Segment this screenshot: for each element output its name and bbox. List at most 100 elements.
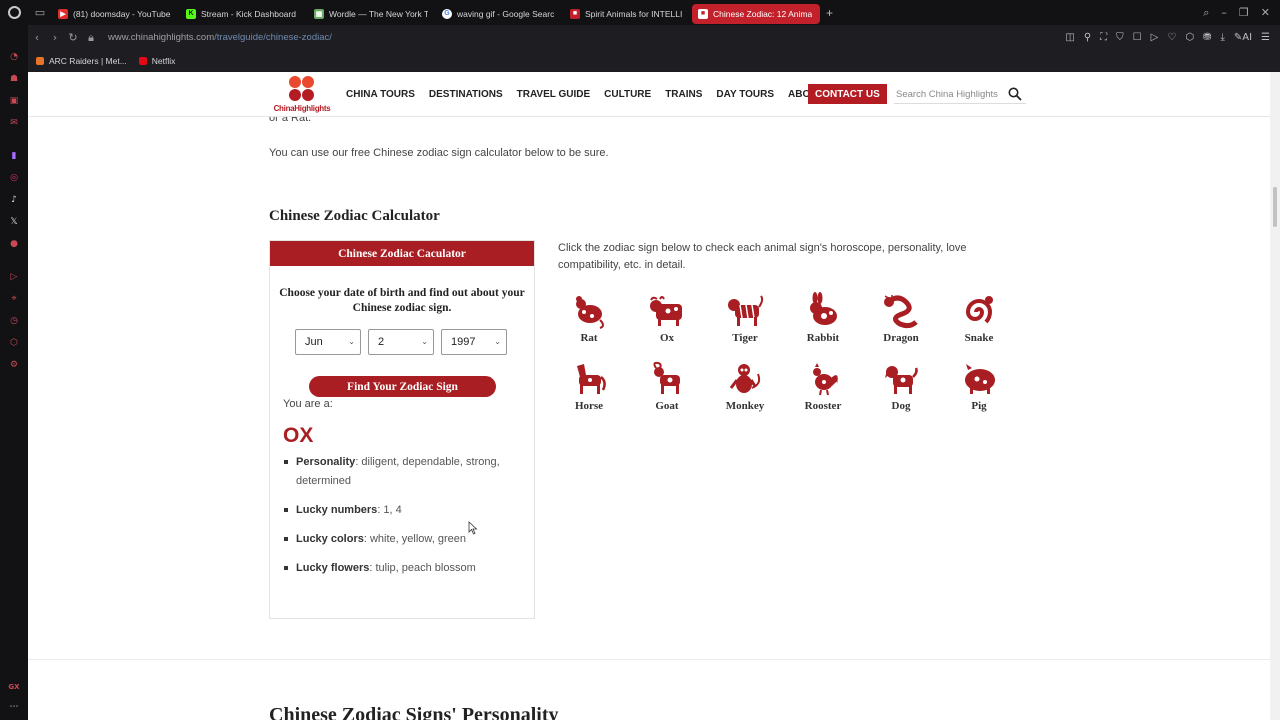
- mail-icon[interactable]: ✉: [8, 117, 20, 129]
- opera-logo-icon[interactable]: [0, 0, 28, 25]
- paragraph-text: You can use our free Chinese zodiac sign…: [269, 147, 609, 159]
- pinboard-icon[interactable]: ⌖: [8, 293, 20, 305]
- nav-china-tours[interactable]: CHINA TOURS: [346, 89, 415, 100]
- extensions-icon[interactable]: ⬡: [1185, 32, 1194, 43]
- ai-icon[interactable]: ✎AI: [1234, 32, 1252, 43]
- nav-trains[interactable]: TRAINS: [665, 89, 702, 100]
- zodiac-goat[interactable]: Goat: [628, 360, 706, 418]
- site-header: ChinaHighlights CHINA TOURS DESTINATIONS…: [28, 72, 1270, 117]
- bookmark-arc-raiders[interactable]: ARC Raiders | Met...: [36, 56, 127, 66]
- aria-icon[interactable]: ☗: [8, 73, 20, 85]
- find-zodiac-button[interactable]: Find Your Zodiac Sign: [309, 376, 496, 397]
- nav-culture[interactable]: CULTURE: [604, 89, 651, 100]
- month-select[interactable]: Jun ⌄: [295, 329, 361, 355]
- bookmarks-bar: ARC Raiders | Met... Netflix: [28, 50, 1280, 71]
- vpn-shield-icon[interactable]: ⛉: [1116, 32, 1124, 43]
- menu-icon[interactable]: ☰: [1261, 32, 1270, 43]
- zodiac-rabbit[interactable]: Rabbit: [784, 292, 862, 350]
- back-icon[interactable]: ‹: [28, 31, 46, 44]
- pig-icon: [965, 364, 995, 394]
- player-icon[interactable]: ▷: [8, 271, 20, 283]
- x-twitter-icon[interactable]: 𝕏: [8, 216, 20, 228]
- gx-icon[interactable]: GX: [8, 681, 20, 693]
- extensions-icon[interactable]: ⬡: [8, 337, 20, 349]
- youtube-music-icon[interactable]: ●: [8, 238, 20, 250]
- result-sign[interactable]: OX: [283, 424, 313, 448]
- zodiac-sign-grid: Rat Ox Tiger Rabbit Dragon Snake Horse G…: [550, 292, 1020, 418]
- contact-us-button[interactable]: CONTACT US: [808, 84, 887, 104]
- image-icon[interactable]: ▣: [8, 95, 20, 107]
- site-logo[interactable]: ChinaHighlights: [272, 75, 331, 115]
- nav-travel-guide[interactable]: TRAVEL GUIDE: [517, 89, 591, 100]
- play-icon[interactable]: ▷: [1151, 32, 1159, 43]
- page-scrollbar[interactable]: [1270, 72, 1280, 720]
- wordle-icon: ▦: [314, 8, 324, 19]
- twitch-icon[interactable]: ▮: [8, 150, 20, 162]
- tab-chinese-zodiac[interactable]: ■ Chinese Zodiac: 12 Anima: [692, 3, 820, 24]
- zodiac-monkey[interactable]: Monkey: [706, 360, 784, 418]
- url-field[interactable]: www.chinahighlights.com/travelguide/chin…: [108, 32, 332, 43]
- new-tab-icon[interactable]: +: [826, 6, 833, 20]
- zodiac-horse[interactable]: Horse: [550, 360, 628, 418]
- reload-icon[interactable]: ↻: [64, 31, 82, 44]
- zodiac-tiger[interactable]: Tiger: [706, 292, 784, 350]
- snapshot-icon[interactable]: ⛶: [1100, 32, 1107, 43]
- year-select[interactable]: 1997 ⌄: [441, 329, 507, 355]
- settings-gear-icon[interactable]: ⚙: [8, 359, 20, 371]
- rabbit-icon: [810, 292, 837, 325]
- zodiac-rooster[interactable]: Rooster: [784, 360, 862, 418]
- close-icon[interactable]: ✕: [1261, 6, 1270, 20]
- lock-icon[interactable]: 🔒︎: [82, 31, 100, 45]
- search-input[interactable]: Search China Highlights: [894, 86, 1026, 104]
- tab-google[interactable]: G waving gif - Google Searc: [436, 4, 564, 24]
- history-icon[interactable]: ◷: [8, 315, 20, 327]
- restore-icon[interactable]: ❐: [1239, 6, 1249, 20]
- dragon-icon: [884, 295, 918, 329]
- zodiac-dog[interactable]: Dog: [862, 360, 940, 418]
- nav-day-tours[interactable]: DAY TOURS: [716, 89, 774, 100]
- monkey-icon: [729, 364, 761, 393]
- calculator-intro: Choose your date of birth and find out a…: [279, 287, 525, 314]
- logo-mark-icon: [289, 76, 315, 102]
- speed-dial-icon[interactable]: ◔: [8, 51, 20, 63]
- tiktok-icon[interactable]: ♪: [8, 194, 20, 206]
- site-favicon-icon: ■: [698, 8, 708, 19]
- tiger-icon: [728, 295, 764, 326]
- zodiac-ox[interactable]: Ox: [628, 292, 706, 350]
- zodiac-rat[interactable]: Rat: [550, 292, 628, 350]
- instagram-icon[interactable]: ◎: [8, 172, 20, 184]
- browser-sidebar: ◔ ☗ ▣ ✉ ▮ ◎ ♪ 𝕏 ● ▷ ⌖ ◷ ⬡ ⚙ GX ⋯: [0, 25, 28, 720]
- result-label: You are a:: [283, 398, 333, 410]
- pin-icon[interactable]: ⚲: [1084, 32, 1091, 43]
- tab-youtube[interactable]: ▶ (81) doomsday - YouTube: [52, 4, 180, 24]
- nav-destinations[interactable]: DESTINATIONS: [429, 89, 503, 100]
- scrollbar-thumb[interactable]: [1273, 187, 1277, 227]
- sidebar-toggle-icon[interactable]: ◫: [1065, 32, 1074, 43]
- bookmark-netflix[interactable]: Netflix: [138, 56, 175, 66]
- day-select[interactable]: 2 ⌄: [368, 329, 434, 355]
- forward-icon[interactable]: ›: [46, 31, 64, 44]
- search-tabs-icon[interactable]: ⌕: [1203, 6, 1209, 20]
- ox-icon: [650, 296, 682, 326]
- chevron-down-icon: ⌄: [348, 337, 355, 346]
- tab-menu-icon[interactable]: ▭: [28, 6, 52, 19]
- tab-spirit-animals[interactable]: ■ Spirit Animals for INTELLI: [564, 4, 692, 24]
- zodiac-dragon[interactable]: Dragon: [862, 292, 940, 350]
- zodiac-calculator: Chinese Zodiac Caculator Choose your dat…: [269, 240, 535, 619]
- more-icon[interactable]: ⋯: [8, 701, 20, 713]
- snake-icon: [965, 296, 993, 324]
- wallet-icon[interactable]: ⛃: [1203, 32, 1211, 43]
- tab-wordle[interactable]: ▦ Wordle — The New York T: [308, 4, 436, 24]
- list-item: Lucky flowers: tulip, peach blossom: [283, 559, 523, 578]
- search-icon[interactable]: [1008, 87, 1022, 101]
- zodiac-snake[interactable]: Snake: [940, 292, 1018, 350]
- download-icon[interactable]: ⤓: [1220, 32, 1224, 43]
- zodiac-intro-text: Click the zodiac sign below to check eac…: [558, 242, 967, 271]
- minimize-icon[interactable]: –: [1221, 6, 1227, 20]
- bookmark-icon[interactable]: ☐: [1133, 32, 1142, 43]
- tab-kick[interactable]: K Stream - Kick Dashboard: [180, 4, 308, 24]
- section-heading: Chinese Zodiac Signs' Personality: [269, 704, 559, 720]
- mouse-cursor-icon: [468, 521, 478, 535]
- zodiac-pig[interactable]: Pig: [940, 360, 1018, 418]
- heart-icon[interactable]: ♡: [1167, 32, 1176, 43]
